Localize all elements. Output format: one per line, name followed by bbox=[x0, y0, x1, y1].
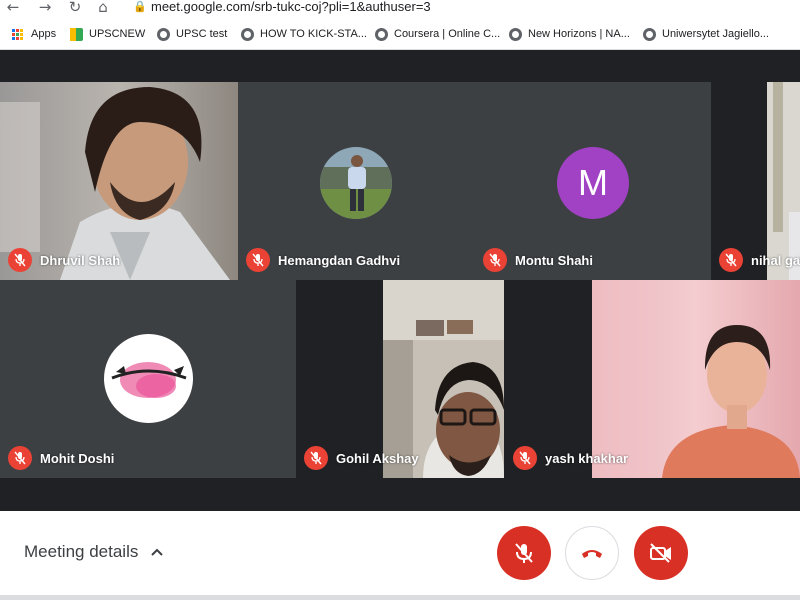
camera-toggle-button[interactable] bbox=[634, 526, 688, 580]
bookmark-label: HOW TO KICK-STA... bbox=[260, 28, 367, 40]
globe-icon bbox=[509, 27, 522, 41]
reload-icon[interactable]: ↻ bbox=[66, 0, 84, 16]
browser-toolbar: ← → ↻ ⌂ 🔒 meet.google.com/srb-tukc-coj?p… bbox=[0, 0, 800, 18]
participant-label: yash khakhar bbox=[513, 446, 628, 470]
lock-icon[interactable]: 🔒 bbox=[133, 0, 147, 13]
avatar: M bbox=[557, 147, 629, 219]
meeting-grid: Dhruvil Shah Hemangdan Gadhvi M Montu Sh… bbox=[0, 51, 800, 511]
participant-label: nihal gal bbox=[719, 248, 800, 272]
bookmark-label: UPSC test bbox=[176, 28, 228, 40]
meeting-details-button[interactable]: Meeting details bbox=[24, 542, 164, 562]
bookmark-label: UPSCNEW bbox=[89, 28, 146, 40]
participant-name: Hemangdan Gadhvi bbox=[278, 252, 401, 268]
hang-up-icon bbox=[582, 550, 602, 558]
participant-tile-yash[interactable]: yash khakhar bbox=[505, 280, 800, 478]
address-bar[interactable]: meet.google.com/srb-tukc-coj?pli=1&authu… bbox=[151, 0, 431, 14]
mic-off-icon bbox=[304, 446, 328, 470]
participant-tile-nihal[interactable]: nihal gal bbox=[711, 82, 800, 280]
participant-name: nihal gal bbox=[751, 252, 800, 268]
globe-icon bbox=[643, 27, 656, 41]
mic-off-icon bbox=[8, 248, 32, 272]
bookmark-uniwersytet[interactable]: Uniwersytet Jagiello... bbox=[643, 25, 769, 43]
participant-label: Gohil Akshay bbox=[304, 446, 419, 470]
bookmark-upscnew[interactable]: UPSCNEW bbox=[70, 25, 145, 43]
taskbar-strip bbox=[0, 595, 800, 600]
mic-off-icon bbox=[513, 446, 537, 470]
participant-tile-mohit[interactable]: Mohit Doshi bbox=[0, 280, 296, 478]
bookmark-label: Apps bbox=[31, 28, 57, 40]
bookmark-label: Coursera | Online C... bbox=[394, 28, 501, 40]
bookmark-label: New Horizons | NA... bbox=[528, 28, 630, 40]
camera-off-icon bbox=[650, 543, 671, 563]
globe-icon bbox=[375, 27, 388, 41]
participant-name: Gohil Akshay bbox=[336, 450, 419, 466]
globe-icon bbox=[241, 27, 254, 41]
avatar bbox=[320, 147, 392, 219]
forward-icon[interactable]: → bbox=[36, 0, 54, 16]
bookmark-new-horizons[interactable]: New Horizons | NA... bbox=[509, 25, 630, 43]
bookmark-kick-start[interactable]: HOW TO KICK-STA... bbox=[241, 25, 367, 43]
bookmark-apps[interactable]: Apps bbox=[12, 25, 56, 43]
meeting-controls-bar: Meeting details bbox=[0, 511, 800, 600]
mic-toggle-button[interactable] bbox=[497, 526, 551, 580]
leave-call-button[interactable] bbox=[565, 526, 619, 580]
participant-tile-hemangdan[interactable]: Hemangdan Gadhvi bbox=[238, 82, 475, 280]
bookmark-upsc-test[interactable]: UPSC test bbox=[157, 25, 227, 43]
mic-off-icon bbox=[8, 446, 32, 470]
bookmark-label: Uniwersytet Jagiello... bbox=[662, 28, 769, 40]
participant-name: Montu Shahi bbox=[515, 252, 593, 268]
avatar bbox=[104, 334, 193, 423]
mic-off-icon bbox=[483, 248, 507, 272]
home-icon[interactable]: ⌂ bbox=[94, 0, 112, 16]
apps-grid-icon bbox=[12, 28, 23, 40]
meeting-details-label: Meeting details bbox=[24, 542, 139, 561]
mic-off-icon bbox=[719, 248, 743, 272]
back-icon[interactable]: ← bbox=[4, 0, 22, 16]
mic-off-icon bbox=[515, 543, 533, 563]
classroom-icon bbox=[70, 27, 83, 41]
participant-tile-montu[interactable]: M Montu Shahi bbox=[475, 82, 711, 280]
participant-name: Dhruvil Shah bbox=[40, 252, 121, 268]
chevron-up-icon bbox=[151, 548, 164, 556]
mic-off-icon bbox=[246, 248, 270, 272]
bookmark-coursera[interactable]: Coursera | Online C... bbox=[375, 25, 500, 43]
participant-label: Dhruvil Shah bbox=[8, 248, 120, 272]
participant-tile-dhruvil[interactable]: Dhruvil Shah bbox=[0, 82, 238, 280]
participant-name: Mohit Doshi bbox=[40, 450, 115, 466]
participant-label: Mohit Doshi bbox=[8, 446, 114, 470]
participant-label: Hemangdan Gadhvi bbox=[246, 248, 400, 272]
participant-tile-gohil[interactable]: Gohil Akshay bbox=[296, 280, 505, 478]
participant-label: Montu Shahi bbox=[483, 248, 593, 272]
globe-icon bbox=[157, 27, 170, 41]
participant-name: yash khakhar bbox=[545, 450, 629, 466]
bookmarks-bar: Apps UPSCNEW UPSC test HOW TO KICK-STA..… bbox=[0, 18, 800, 50]
